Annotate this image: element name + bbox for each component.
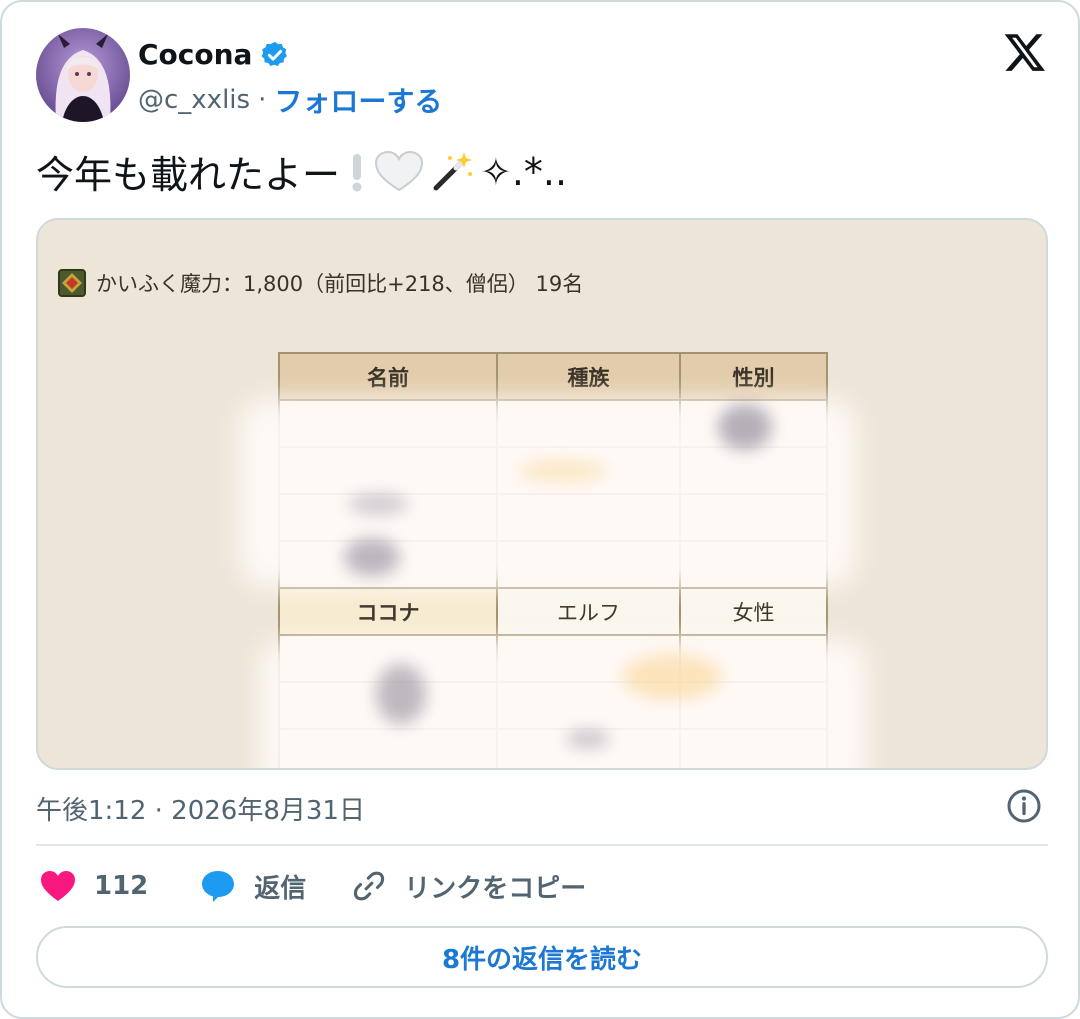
blur-smudge [718, 404, 772, 450]
reply-button[interactable]: 返信 [200, 868, 306, 905]
separator: · [258, 85, 267, 115]
reply-bubble-icon [202, 871, 235, 902]
verified-badge-icon [262, 41, 288, 66]
blur-smudge [376, 664, 426, 724]
cell-race: エルフ [496, 587, 681, 636]
x-logo-icon[interactable] [1002, 30, 1048, 74]
table-header-row: 名前 種族 性別 [278, 352, 828, 401]
read-replies-button[interactable]: 8件の返信を読む [36, 926, 1048, 988]
handle-row: @c_xxlis · フォローする [138, 80, 442, 120]
blur-smudge [518, 460, 608, 482]
divider [36, 844, 1048, 846]
action-bar: 112 返信 リンクをコピー [40, 866, 586, 906]
sparkle-text: ✧.*.. [480, 149, 568, 194]
read-replies-label: 8件の返信を読む [441, 944, 643, 975]
info-icon[interactable] [1006, 788, 1042, 824]
column-header-gender: 性別 [679, 352, 828, 401]
media-caption-text: かいふく魔力：1,800（前回比+218、僧侶） 19名 [96, 272, 584, 296]
reply-label: 返信 [254, 873, 307, 904]
blur-smudge [348, 494, 408, 514]
exclamation-emoji-icon [346, 150, 368, 194]
copy-link-button[interactable]: リンクをコピー [352, 868, 586, 905]
healing-magic-gem-icon [58, 269, 86, 297]
tweet-media-image[interactable]: かいふく魔力：1,800（前回比+218、僧侶） 19名 名前 種族 性別 ココ… [36, 218, 1048, 770]
table-row-highlight: ココナ エルフ 女性 [278, 587, 828, 636]
copy-link-label: リンクをコピー [404, 873, 587, 904]
column-header-name: 名前 [278, 352, 498, 401]
blur-smudge [566, 730, 610, 748]
author-name-row: Cocona [138, 38, 290, 71]
blur-smudge [344, 538, 400, 576]
media-caption: かいふく魔力：1,800（前回比+218、僧侶） 19名 [58, 268, 583, 298]
like-count: 112 [94, 871, 149, 901]
magic-wand-emoji-icon [430, 150, 474, 194]
heart-icon [41, 871, 75, 901]
tweet-body: 今年も載れたよー [36, 153, 341, 197]
display-name[interactable]: Cocona [138, 38, 252, 71]
cell-gender: 女性 [679, 587, 828, 636]
tweet-card: Cocona @c_xxlis · フォローする 今年も載れたよー ✧.*.. … [0, 0, 1080, 1019]
link-icon [354, 871, 385, 901]
white-heart-emoji-icon [374, 150, 424, 194]
column-header-race: 種族 [496, 352, 681, 401]
handle[interactable]: @c_xxlis [138, 85, 250, 115]
timestamp[interactable]: 午後1:12 · 2026年8月31日 [36, 790, 365, 827]
blur-smudge [622, 654, 722, 700]
privacy-blur-bottom [258, 638, 868, 768]
tweet-text: 今年も載れたよー ✧.*.. [36, 144, 567, 199]
follow-button[interactable]: フォローする [274, 80, 442, 120]
like-button[interactable]: 112 [40, 870, 148, 902]
avatar[interactable] [36, 28, 130, 122]
cell-name: ココナ [278, 587, 498, 636]
